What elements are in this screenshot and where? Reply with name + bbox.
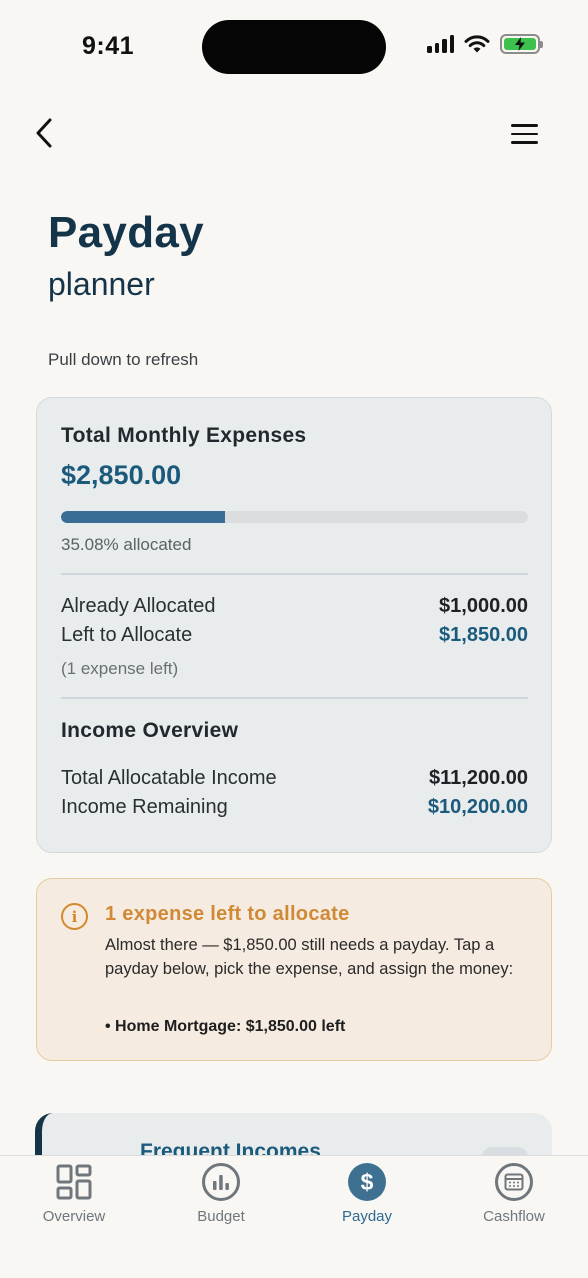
tab-label: Cashflow	[483, 1208, 545, 1225]
bar-chart-icon	[202, 1163, 240, 1201]
expense-left-note: (1 expense left)	[61, 659, 179, 678]
status-bar: 9:41	[0, 0, 588, 95]
alert-title: 1 expense left to allocate	[105, 903, 350, 925]
dollar-icon: $	[348, 1163, 386, 1201]
left-to-allocate-label: Left to Allocate	[61, 624, 193, 646]
divider	[61, 573, 528, 575]
alert-bullet-item: • Home Mortgage: $1,850.00 left	[105, 1018, 346, 1035]
battery-icon	[500, 34, 543, 54]
chevron-left-icon	[36, 118, 52, 148]
tab-cashflow[interactable]: Cashflow	[454, 1162, 574, 1232]
total-income-label: Total Allocatable Income	[61, 767, 277, 789]
income-remaining-row: Income Remaining $10,200.00	[61, 796, 528, 819]
hamburger-icon	[510, 124, 538, 127]
refresh-hint: Pull down to refresh	[48, 350, 199, 369]
tab-payday[interactable]: $ Payday	[307, 1162, 427, 1232]
tab-bar: Overview Budget $ Payday Cashflow	[0, 1155, 588, 1278]
cellular-signal-icon	[427, 35, 454, 53]
allocation-percent: 35.08% allocated	[61, 535, 192, 554]
tab-label: Budget	[197, 1208, 245, 1225]
charging-bolt-icon	[515, 37, 525, 51]
calendar-icon	[495, 1163, 533, 1201]
allocation-progress-bar	[61, 511, 528, 523]
divider	[61, 697, 528, 699]
income-overview-heading: Income Overview	[61, 719, 239, 742]
income-remaining-value: $10,200.00	[427, 796, 528, 818]
status-icons	[427, 34, 543, 54]
page-title: Payday	[48, 208, 204, 257]
expense-summary-card: Total Monthly Expenses $2,850.00 35.08% …	[36, 397, 552, 853]
grid-icon	[56, 1164, 92, 1200]
left-to-allocate-value: $1,850.00	[439, 624, 528, 646]
page-subtitle: planner	[48, 266, 155, 302]
summary-heading: Total Monthly Expenses	[61, 424, 307, 447]
tab-overview[interactable]: Overview	[14, 1162, 134, 1232]
allocation-alert: i 1 expense left to allocate Almost ther…	[36, 878, 552, 1061]
wifi-icon	[464, 34, 490, 52]
tab-label: Payday	[341, 1208, 393, 1225]
tab-budget[interactable]: Budget	[161, 1162, 281, 1232]
already-allocated-row: Already Allocated $1,000.00	[61, 595, 528, 618]
already-allocated-value: $1,000.00	[439, 595, 528, 617]
back-button[interactable]	[26, 113, 62, 153]
menu-button[interactable]	[504, 118, 544, 150]
dynamic-island	[202, 20, 386, 74]
total-income-value: $11,200.00	[429, 767, 528, 789]
total-income-row: Total Allocatable Income $11,200.00	[61, 767, 528, 790]
income-remaining-label: Income Remaining	[61, 796, 228, 818]
status-time: 9:41	[82, 32, 135, 60]
tab-label: Overview	[42, 1208, 106, 1225]
allocation-progress-fill	[61, 511, 225, 523]
left-to-allocate-row: Left to Allocate $1,850.00	[61, 624, 528, 647]
alert-body: Almost there — $1,850.00 still needs a p…	[105, 936, 514, 978]
already-allocated-label: Already Allocated	[61, 595, 216, 617]
total-expenses-amount: $2,850.00	[61, 460, 182, 490]
info-icon: i	[61, 903, 88, 930]
